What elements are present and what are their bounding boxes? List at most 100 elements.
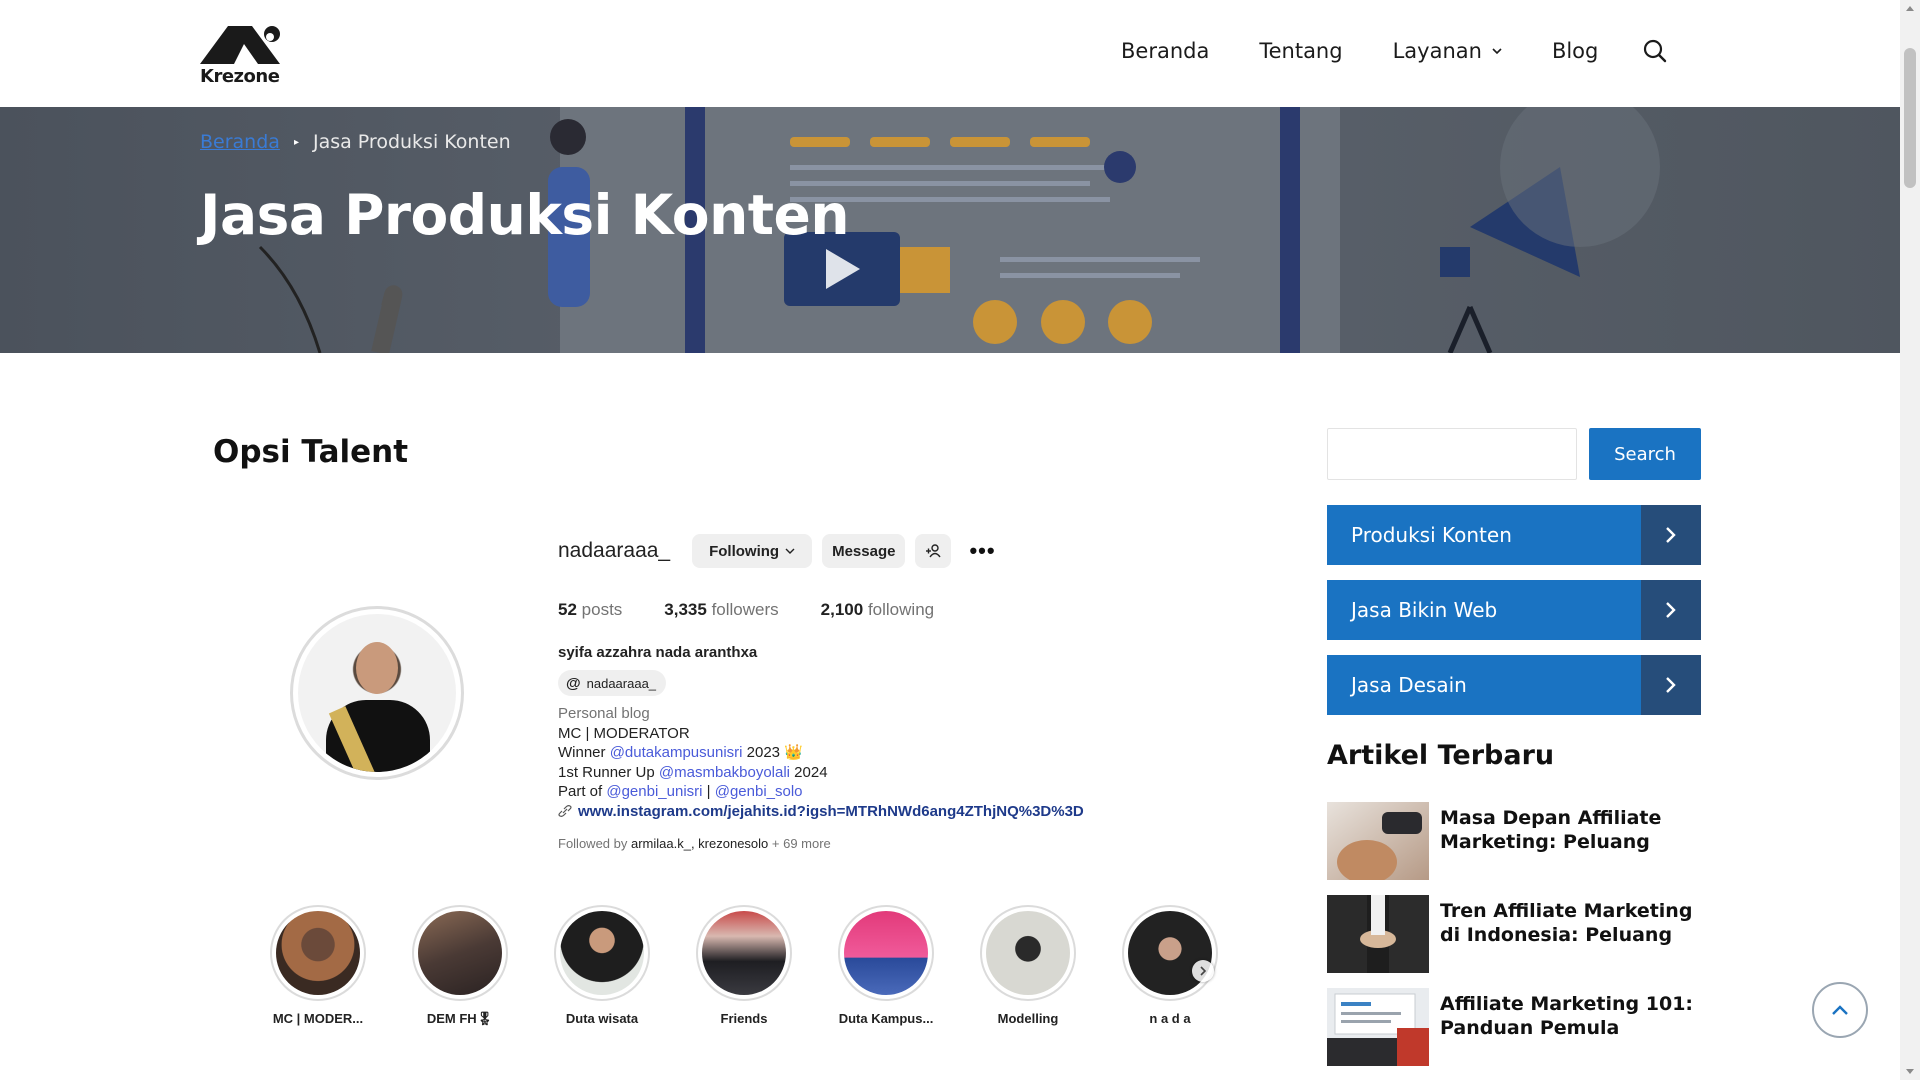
bio-mention-link[interactable]: @genbi_solo	[715, 783, 803, 800]
highlight-item[interactable]: DEM FH🎖	[410, 905, 510, 1027]
profile-stats: 52 posts 3,335 followers 2,100 following	[558, 600, 976, 620]
breadcrumb-home-link[interactable]: Beranda	[200, 131, 280, 153]
highlights-next-button[interactable]	[1192, 960, 1214, 982]
logo-mark-icon	[200, 26, 280, 64]
following-button-label: Following	[709, 542, 780, 560]
link-icon	[558, 804, 572, 817]
profile-header-row: nadaaraaa_ Following Message •••	[558, 534, 996, 568]
bio-text: Winner	[558, 744, 610, 761]
page-hero: Beranda ▸ Jasa Produksi Konten Jasa Prod…	[0, 107, 1900, 353]
bio-external-link[interactable]: www.instagram.com/jejahits.id?igsh=MTRhN…	[578, 803, 1084, 820]
sidebar-category-label: Produksi Konten	[1351, 523, 1512, 547]
nav-item-beranda[interactable]: Beranda	[1121, 39, 1209, 63]
article-thumbnail	[1327, 988, 1429, 1066]
bio-line: Part of @genbi_unisri | @genbi_solo	[558, 782, 1084, 802]
nav-item-blog[interactable]: Blog	[1552, 39, 1598, 63]
chevron-up-icon	[1832, 1005, 1848, 1015]
highlight-item[interactable]: Friends	[694, 905, 794, 1026]
scroll-down-arrow-icon[interactable]	[1906, 1069, 1914, 1074]
highlight-label: Modelling	[997, 1011, 1059, 1026]
profile-avatar[interactable]	[290, 606, 464, 780]
bio-text: 1st Runner Up	[558, 763, 659, 781]
following-button[interactable]: Following	[692, 534, 813, 568]
highlight-label: Duta wisata	[565, 1011, 639, 1026]
back-to-top-button[interactable]	[1812, 982, 1868, 1038]
article-item[interactable]: Tren Affiliate Marketing di Indonesia: P…	[1327, 895, 1707, 973]
article-title: Affiliate Marketing 101: Panduan Pemula …	[1440, 993, 1694, 1039]
highlight-label: MC | MODER...	[272, 1011, 364, 1026]
krezone-logo[interactable]: Krezone	[200, 24, 280, 87]
highlight-thumbnail	[412, 905, 508, 1001]
highlight-label: Friends	[720, 1011, 768, 1026]
article-thumbnail	[1327, 802, 1429, 880]
followers-stat[interactable]: 3,335 followers	[664, 600, 778, 620]
site-header: Krezone Beranda Tentang Layanan Blog	[0, 0, 1900, 107]
message-button[interactable]: Message	[822, 534, 906, 568]
following-count: 2,100	[820, 600, 864, 619]
bio-line: 1st Runner Up @masmbakboyolali 2024	[558, 763, 1084, 783]
posts-label: posts	[581, 600, 623, 619]
bio-mention-link[interactable]: @genbi_unisri	[606, 783, 702, 800]
add-person-icon	[926, 544, 942, 558]
followed-by-more: + 69 more	[768, 836, 831, 851]
followed-by-text[interactable]: Followed by armilaa.k_, krezonesolo + 69…	[558, 836, 831, 851]
chevron-right-icon	[1200, 966, 1207, 976]
page-scrollbar[interactable]	[1900, 0, 1920, 1080]
followed-by-names: armilaa.k_, krezonesolo	[630, 836, 769, 851]
search-icon[interactable]	[1642, 38, 1668, 64]
followers-label: followers	[711, 600, 779, 619]
bio-mention-link[interactable]: @masmbakboyolali	[659, 764, 790, 781]
profile-full-name: syifa azzahra nada aranthxa	[558, 644, 758, 661]
article-item[interactable]: Masa Depan Affiliate Marketing: Peluang …	[1327, 802, 1707, 880]
sidebar-category-jasa-desain[interactable]: Jasa Desain	[1327, 655, 1701, 715]
main-nav: Beranda Tentang Layanan Blog	[1121, 38, 1668, 64]
more-options-icon[interactable]: •••	[969, 538, 995, 564]
highlight-thumbnail	[1122, 905, 1218, 1001]
highlight-thumbnail	[270, 905, 366, 1001]
scrollbar-thumb[interactable]	[1904, 48, 1916, 188]
bio-mention-link[interactable]: @dutakampusunisri	[610, 744, 743, 761]
highlight-item[interactable]: Duta wisata	[552, 905, 652, 1026]
bio-text: |	[702, 783, 715, 800]
posts-count: 52	[558, 600, 577, 619]
sidebar-category-label: Jasa Desain	[1351, 673, 1467, 697]
nav-item-layanan[interactable]: Layanan	[1393, 39, 1502, 63]
sidebar-search-button[interactable]: Search	[1589, 428, 1701, 480]
highlight-item[interactable]: Modelling	[978, 905, 1078, 1026]
posts-stat: 52 posts	[558, 600, 622, 620]
article-title: Tren Affiliate Marketing di Indonesia: P…	[1440, 900, 1693, 946]
article-title: Masa Depan Affiliate Marketing: Peluang …	[1440, 807, 1662, 853]
highlight-item[interactable]: Duta Kampus...	[836, 905, 936, 1026]
highlight-thumbnail	[838, 905, 934, 1001]
suggest-people-button[interactable]	[915, 534, 952, 568]
profile-username[interactable]: nadaaraaa_	[558, 539, 670, 563]
threads-icon: @	[566, 674, 581, 692]
bio-text: 2024	[790, 763, 828, 781]
chevron-right-icon	[1641, 505, 1701, 565]
following-stat[interactable]: 2,100 following	[821, 600, 934, 620]
threads-handle: nadaaraaa_	[586, 675, 657, 691]
profile-bio: Personal blog MC | MODERATOR Winner @dut…	[558, 704, 1084, 821]
nav-item-tentang[interactable]: Tentang	[1259, 39, 1342, 63]
chevron-right-icon	[1641, 580, 1701, 640]
chevron-right-icon	[1641, 655, 1701, 715]
chevron-down-icon	[785, 548, 795, 554]
bio-line: Winner @dutakampusunisri 2023 👑	[558, 743, 1084, 763]
sidebar-category-label: Jasa Bikin Web	[1351, 598, 1498, 622]
highlight-item[interactable]: MC | MODER...	[268, 905, 368, 1026]
chevron-down-icon	[1492, 48, 1502, 55]
bio-link-row: www.instagram.com/jejahits.id?igsh=MTRhN…	[558, 802, 1084, 822]
sidebar-category-jasa-bikin-web[interactable]: Jasa Bikin Web	[1327, 580, 1701, 640]
highlight-thumbnail	[980, 905, 1076, 1001]
sidebar-search-input[interactable]	[1327, 428, 1577, 480]
breadcrumb: Beranda ▸ Jasa Produksi Konten	[200, 131, 511, 153]
story-highlights: MC | MODER... DEM FH🎖 Duta wisata Friend…	[268, 905, 1228, 1027]
page-title: Jasa Produksi Konten	[200, 183, 849, 247]
sidebar-category-produksi-konten[interactable]: Produksi Konten	[1327, 505, 1701, 565]
scroll-up-arrow-icon[interactable]	[1906, 6, 1914, 11]
article-item[interactable]: Affiliate Marketing 101: Panduan Pemula …	[1327, 988, 1707, 1066]
breadcrumb-current: Jasa Produksi Konten	[312, 131, 511, 153]
threads-badge[interactable]: @ nadaaraaa_	[558, 670, 667, 696]
profile-category: Personal blog	[558, 705, 650, 722]
logo-text: Krezone	[200, 66, 280, 87]
